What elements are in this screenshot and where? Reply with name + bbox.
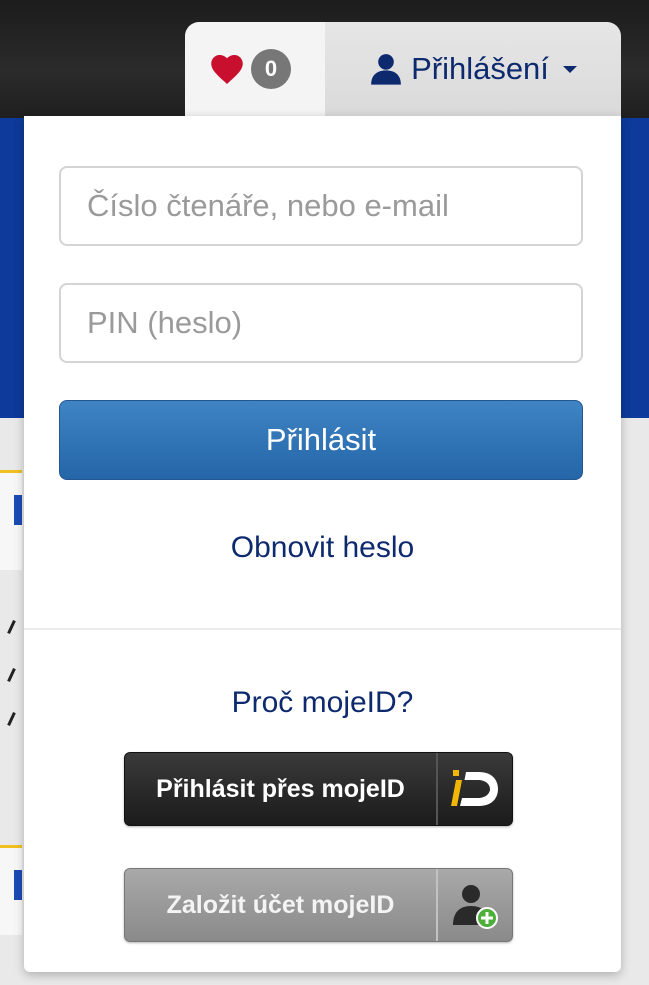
add-user-icon (438, 869, 512, 941)
user-nav: 0 Přihlášení (185, 22, 621, 116)
login-label: Přihlášení (411, 51, 549, 86)
section-divider (24, 628, 621, 630)
user-icon (369, 52, 403, 86)
heart-icon (209, 52, 245, 86)
mojeid-logo-icon (438, 753, 512, 825)
password-input[interactable] (59, 283, 583, 363)
favorites-button[interactable]: 0 (185, 22, 325, 116)
content-marker (14, 495, 22, 525)
favorites-count-badge: 0 (251, 49, 291, 89)
mojeid-login-button[interactable]: Přihlásit přes mojeID (124, 752, 513, 826)
why-mojeid-link[interactable]: Proč mojeID? (24, 686, 621, 720)
login-dropdown-toggle[interactable]: Přihlášení (325, 22, 621, 116)
mojeid-login-label: Přihlásit přes mojeID (156, 774, 405, 803)
username-input[interactable] (59, 166, 583, 246)
mojeid-create-label: Založit účet mojeID (166, 890, 395, 919)
login-submit-button[interactable]: Přihlásit (59, 400, 583, 480)
login-dropdown-panel: Přihlásit Obnovit heslo Proč mojeID? Při… (24, 116, 621, 972)
reset-password-link[interactable]: Obnovit heslo (24, 531, 621, 565)
caret-down-icon (562, 64, 577, 74)
mojeid-create-account-button[interactable]: Založit účet mojeID (124, 868, 513, 942)
content-marker (14, 870, 22, 900)
